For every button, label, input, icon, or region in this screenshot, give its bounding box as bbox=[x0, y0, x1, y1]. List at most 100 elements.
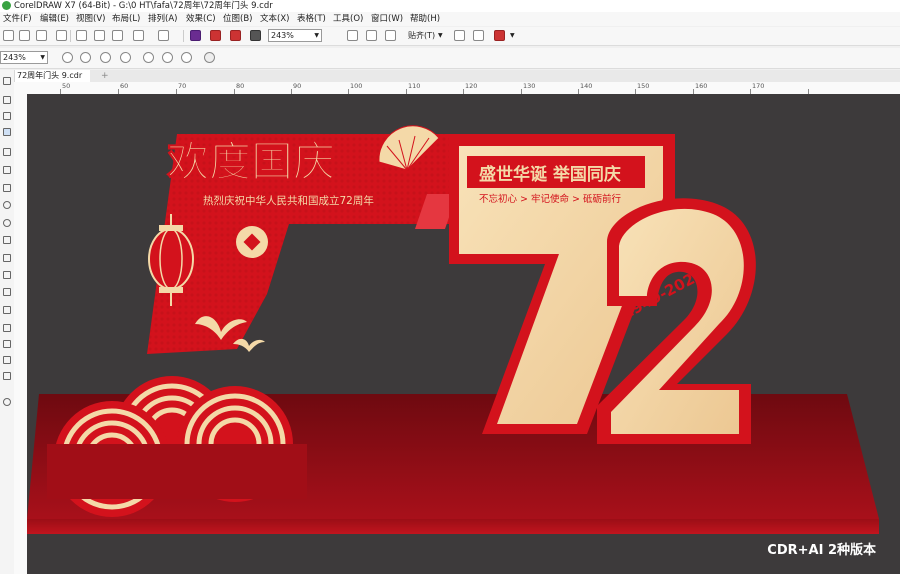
menu-bar: 文件(F) 编辑(E) 视图(V) 布局(L) 排列(A) 效果(C) 位图(B… bbox=[0, 12, 900, 26]
zoom-to-page-height-icon[interactable] bbox=[181, 52, 192, 63]
toolbar-separator bbox=[70, 30, 71, 42]
options-icon[interactable] bbox=[454, 30, 465, 41]
ruler-label: 100 bbox=[350, 82, 363, 90]
outline-pen-icon[interactable] bbox=[3, 372, 11, 380]
ruler-label: 90 bbox=[293, 82, 302, 90]
chevron-down-icon[interactable]: ▼ bbox=[510, 29, 515, 42]
crop-tool-icon[interactable] bbox=[3, 112, 11, 120]
design-subtitle: 热烈庆祝中华人民共和国成立72周年 bbox=[203, 194, 374, 207]
text-tool-icon[interactable] bbox=[3, 236, 11, 244]
publish-pdf-icon[interactable] bbox=[494, 30, 505, 41]
menu-view[interactable]: 视图(V) bbox=[76, 12, 105, 26]
ellipse-tool-icon[interactable] bbox=[3, 201, 11, 209]
menu-edit[interactable]: 编辑(E) bbox=[40, 12, 69, 26]
document-tab[interactable]: 72周年门头 9.cdr bbox=[13, 70, 90, 82]
parallel-dimension-tool-icon[interactable] bbox=[3, 254, 11, 262]
ruler-label: 160 bbox=[695, 82, 708, 90]
import-icon[interactable] bbox=[210, 30, 221, 41]
eyedropper-tool-icon[interactable] bbox=[3, 324, 11, 332]
drop-shadow-tool-icon[interactable] bbox=[3, 288, 11, 296]
chevron-down-icon: ▼ bbox=[314, 32, 319, 39]
zoom-percent-value: 243% bbox=[3, 53, 26, 62]
design-artwork: 欢度国庆 热烈庆祝中华人民共和国成立72周年 盛世华诞 举国同庆 不忘初心 > … bbox=[27, 125, 879, 534]
menu-help[interactable]: 帮助(H) bbox=[410, 12, 440, 26]
menu-table[interactable]: 表格(T) bbox=[297, 12, 326, 26]
menu-tools[interactable]: 工具(O) bbox=[333, 12, 363, 26]
menu-layout[interactable]: 布局(L) bbox=[112, 12, 140, 26]
zoom-to-page-icon[interactable] bbox=[143, 52, 154, 63]
zoom-percent-select[interactable]: 243% ▼ bbox=[0, 51, 48, 64]
connector-tool-icon[interactable] bbox=[3, 271, 11, 279]
add-tool-icon[interactable] bbox=[3, 398, 11, 406]
menu-text[interactable]: 文本(X) bbox=[260, 12, 289, 26]
standard-toolbar: 243% ▼ 贴齐(T) ▼ ▼ bbox=[0, 27, 900, 46]
ruler-label: 80 bbox=[236, 82, 245, 90]
chevron-down-icon[interactable]: ▼ bbox=[438, 29, 443, 42]
snap-to-dropdown[interactable]: 贴齐(T) bbox=[408, 29, 435, 42]
zoom-in-icon[interactable] bbox=[62, 52, 73, 63]
zoom-level-select[interactable]: 243% ▼ bbox=[268, 29, 322, 42]
ruler-label: 140 bbox=[580, 82, 593, 90]
show-rulers-icon[interactable] bbox=[366, 30, 377, 41]
menu-arrange[interactable]: 排列(A) bbox=[148, 12, 177, 26]
zoom-to-selected-icon[interactable] bbox=[100, 52, 111, 63]
coin-icon bbox=[236, 226, 268, 258]
launch-application-icon[interactable] bbox=[250, 30, 261, 41]
menu-effects[interactable]: 效果(C) bbox=[186, 12, 216, 26]
ruler-label: 50 bbox=[62, 82, 71, 90]
new-document-icon[interactable] bbox=[3, 30, 14, 41]
vertical-ruler bbox=[14, 94, 28, 574]
undo-icon[interactable] bbox=[133, 30, 144, 41]
version-watermark: CDR+AI 2种版本 bbox=[767, 543, 876, 558]
artistic-media-tool-icon[interactable] bbox=[3, 166, 11, 174]
design-title: 欢度国庆 bbox=[166, 137, 335, 186]
chevron-down-icon: ▼ bbox=[40, 54, 45, 61]
add-tab-icon[interactable]: + bbox=[101, 70, 109, 82]
menu-file[interactable]: 文件(F) bbox=[3, 12, 32, 26]
document-tab-bar: 72周年门头 9.cdr + bbox=[13, 70, 900, 82]
menu-bitmaps[interactable]: 位图(B) bbox=[223, 12, 252, 26]
ruler-label: 110 bbox=[408, 82, 421, 90]
show-grid-icon[interactable] bbox=[385, 30, 396, 41]
zoom-tool-icon[interactable] bbox=[3, 128, 11, 136]
window-title: CorelDRAW X7 (64-Bit) - G:\0 HT\fafa\72周… bbox=[14, 1, 273, 11]
ruler-label: 60 bbox=[120, 82, 129, 90]
shape-tool-icon[interactable] bbox=[3, 96, 11, 104]
open-folder-icon[interactable] bbox=[19, 30, 30, 41]
cut-icon[interactable] bbox=[76, 30, 87, 41]
smart-fill-tool-icon[interactable] bbox=[3, 356, 11, 364]
menu-window[interactable]: 窗口(W) bbox=[371, 12, 403, 26]
export-icon[interactable] bbox=[230, 30, 241, 41]
redo-icon[interactable] bbox=[158, 30, 169, 41]
ruler-label: 150 bbox=[637, 82, 650, 90]
zoom-to-all-objects-icon[interactable] bbox=[120, 52, 131, 63]
design-tagline: 不忘初心 > 牢记使命 > 砥砺前行 bbox=[479, 193, 621, 205]
search-content-icon[interactable] bbox=[190, 30, 201, 41]
zoom-level-value: 243% bbox=[271, 31, 294, 40]
ruler-label: 130 bbox=[523, 82, 536, 90]
coreldraw-logo-icon bbox=[2, 1, 11, 10]
zoom-to-page-width-icon[interactable] bbox=[162, 52, 173, 63]
toolbar-separator bbox=[183, 30, 184, 42]
transparency-tool-icon[interactable] bbox=[3, 306, 11, 314]
ruler-label: 70 bbox=[178, 82, 187, 90]
freehand-tool-icon[interactable] bbox=[3, 148, 11, 156]
add-icon[interactable] bbox=[204, 52, 215, 63]
ruler-label: 120 bbox=[465, 82, 478, 90]
save-icon[interactable] bbox=[36, 30, 47, 41]
rectangle-tool-icon[interactable] bbox=[3, 184, 11, 192]
full-screen-preview-icon[interactable] bbox=[347, 30, 358, 41]
copy-icon[interactable] bbox=[94, 30, 105, 41]
print-icon[interactable] bbox=[56, 30, 67, 41]
ruler-label: 170 bbox=[752, 82, 765, 90]
paste-icon[interactable] bbox=[112, 30, 123, 41]
application-launcher-icon[interactable] bbox=[473, 30, 484, 41]
design-slogan: 盛世华诞 举国同庆 bbox=[479, 164, 621, 185]
property-bar: 243% ▼ bbox=[0, 48, 900, 69]
zoom-out-icon[interactable] bbox=[80, 52, 91, 63]
polygon-tool-icon[interactable] bbox=[3, 219, 11, 227]
interactive-fill-tool-icon[interactable] bbox=[3, 340, 11, 348]
drawing-canvas[interactable]: 欢度国庆 热烈庆祝中华人民共和国成立72周年 盛世华诞 举国同庆 不忘初心 > … bbox=[27, 94, 900, 574]
base-platform-front bbox=[27, 519, 879, 534]
pick-tool-icon[interactable] bbox=[3, 77, 11, 85]
